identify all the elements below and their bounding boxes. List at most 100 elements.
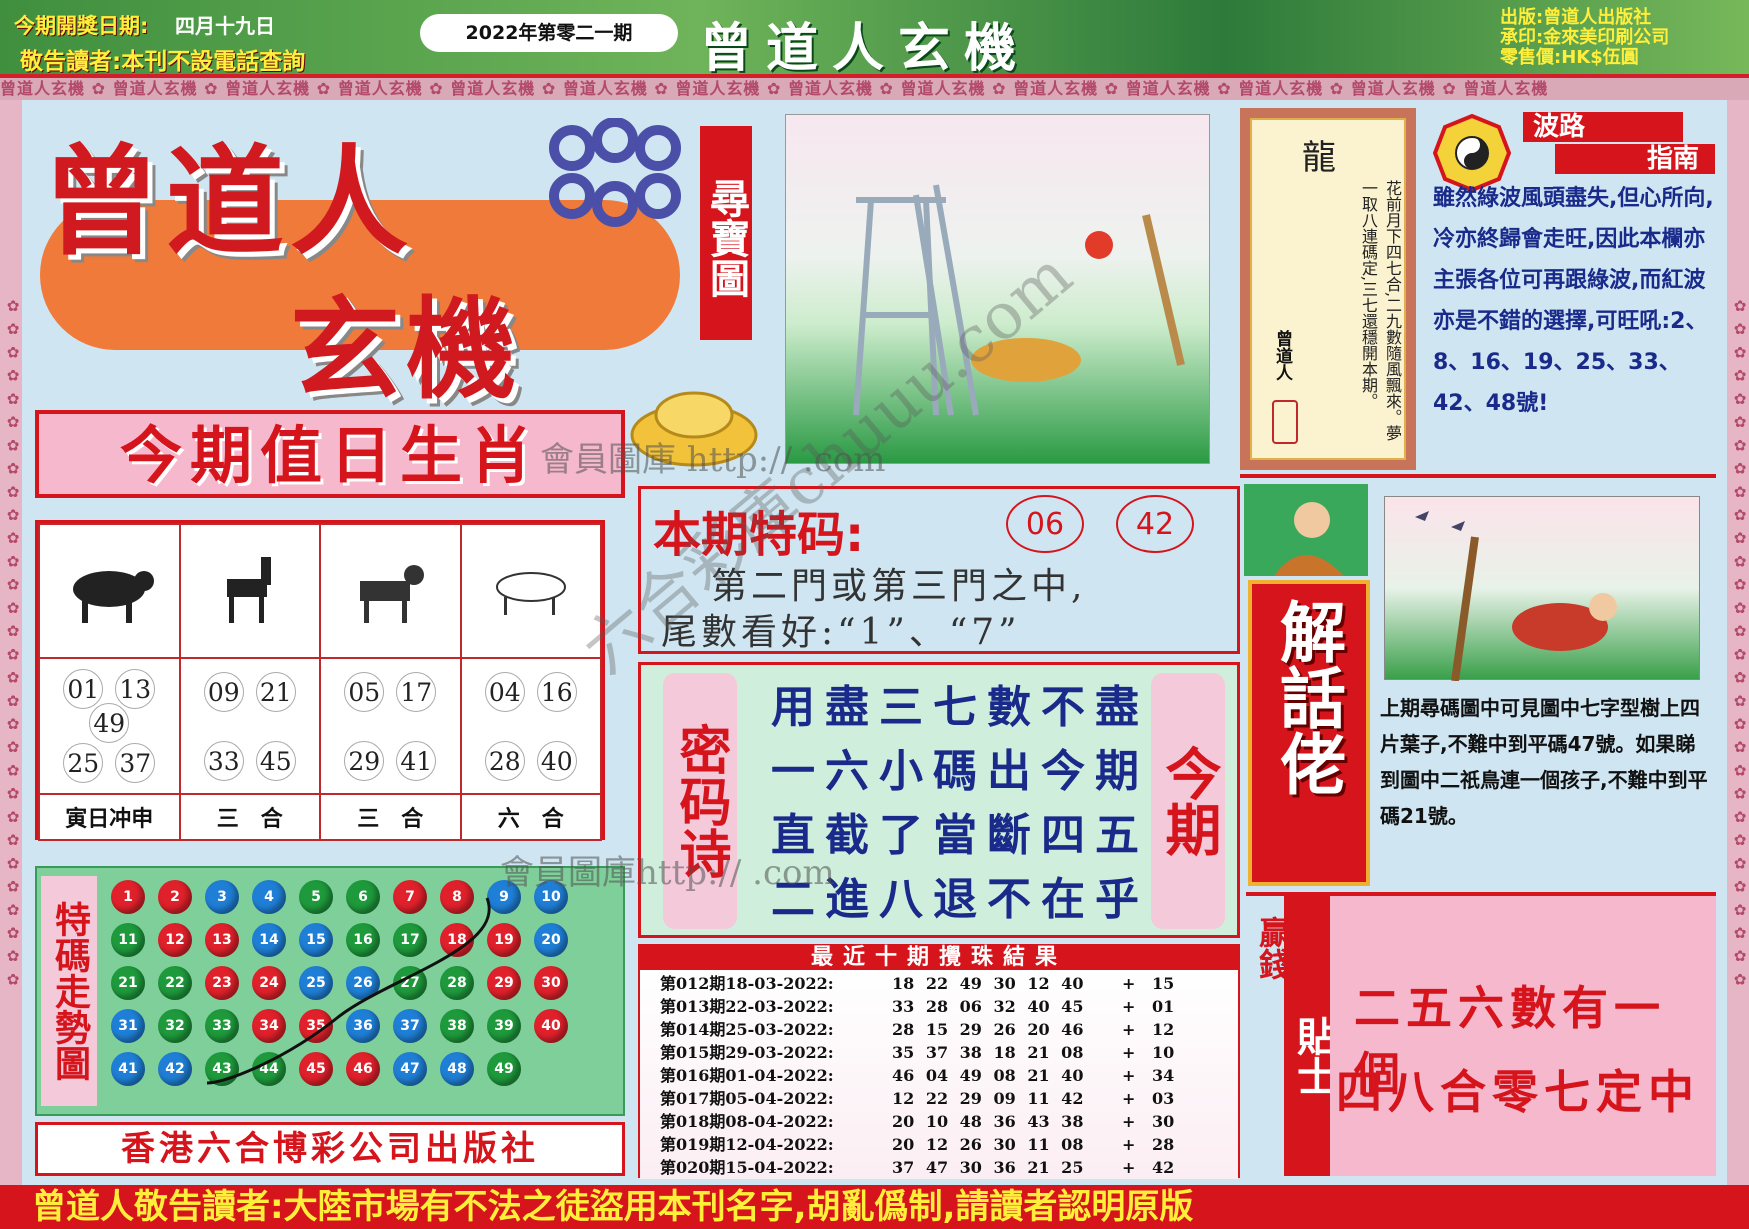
scroll-signature: 曾道人 [1272,330,1292,381]
plus-icon: + [1122,997,1136,1016]
ornament-text: 曾道人玄機 [1125,79,1211,98]
result-numbers: 33 28 06 32 40 45 [892,997,1084,1016]
result-row: 第013期22-03-2022: 33 28 06 32 40 45 +01 [660,995,1228,1018]
result-row: 第014期25-03-2022: 28 15 29 26 20 46 +12 [660,1018,1228,1041]
scroll-title: 龍 [1302,138,1336,178]
result-special: 03 [1152,1089,1175,1108]
special-number-1: 06 [1006,495,1084,553]
logo-line2: 玄機 [290,286,522,414]
result-numbers: 20 10 48 36 43 38 [892,1112,1084,1131]
zodiac-label: 寅日冲申 [38,793,181,841]
number-circle: 05 [344,671,385,712]
ornament-row: 曾道人玄機 ✿ 曾道人玄機 ✿ 曾道人玄機 ✿ 曾道人玄機 ✿ 曾道人玄機 ✿ … [0,78,1749,100]
ornament-text: 曾道人玄機 [450,79,536,98]
divider [1240,474,1716,478]
ornament-text: 曾道人玄機 [675,79,761,98]
result-date: 第016期01-04-2022: [660,1066,834,1085]
result-numbers: 18 22 49 30 12 40 [892,974,1084,993]
coins-icon [549,118,681,227]
draw-date-label: 今期開獎日期: [14,14,149,38]
poem-panel: 密码诗 今期 用盡三七數不盡 一六小碼出今期 直截了當斷四五 二進八退不在乎 [638,662,1240,938]
ornament-text: 曾道人玄機 [112,79,198,98]
result-row: 第018期08-04-2022: 20 10 48 36 43 38 +30 [660,1110,1228,1133]
number-circle: 33 [203,740,244,781]
number-circle: 49 [89,703,130,743]
number-circle: 37 [115,743,156,783]
zodiac-label: 三 合 [178,793,321,841]
zodiac-animal-cell [319,523,462,659]
result-row: 第016期01-04-2022: 46 04 49 08 21 40 +34 [660,1064,1228,1087]
zodiac-label: 三 合 [319,793,462,841]
result-row: 第017期05-04-2022: 12 22 29 09 11 42 +03 [660,1087,1228,1110]
result-numbers: 12 22 29 09 11 42 [892,1089,1084,1108]
dog-icon [360,565,425,623]
ornament-text: 曾道人玄機 [0,79,86,98]
horse-icon [226,557,271,623]
zodiac-numbers-cell: 04 16 28 40 [459,657,602,795]
result-date: 第018期08-04-2022: [660,1112,834,1131]
zodiac-numbers-cell: 05 17 29 41 [319,657,462,795]
draw-date: 四月十九日 [175,14,275,38]
tip-side: 贏錢 [1250,896,1292,1176]
issue-number: 2022年第零二一期 [420,14,678,52]
special-number-2: 42 [1116,495,1194,553]
number-circle: 21 [255,671,296,712]
poem-line: 用盡三七數不盡 [771,682,1149,733]
wave-title-top: 波路 [1523,112,1683,142]
trend-label: 特碼走勢圖 [41,876,97,1106]
ornament-text: 曾道人玄機 [1013,79,1099,98]
jiehua-picture [1384,496,1700,682]
red-sun-icon [1085,231,1113,259]
zodiac-animal-cell [178,523,321,659]
sage-illustration [1244,484,1368,576]
ornament-text: 曾道人玄機 [337,79,423,98]
result-date: 第013期22-03-2022: [660,997,834,1016]
result-numbers: 46 04 49 08 21 40 [892,1066,1084,1085]
watermark-2: 會員圖庫http:// .com [500,853,835,893]
poem-right-label: 今期 [1151,673,1225,929]
footer-publisher: 香港六合博彩公司出版社 [35,1122,625,1176]
result-special: 28 [1152,1135,1175,1154]
tiger-icon [73,571,155,623]
results-panel: 最近十期攪珠結果 第012期18-03-2022: 18 22 49 30 12 … [638,944,1240,1179]
number-circle: 28 [484,740,525,781]
result-special: 42 [1152,1158,1175,1177]
result-date: 第020期15-04-2022: [660,1158,834,1177]
tip-label-box: 貼士 [1284,896,1336,1176]
tree-kid-illustration [1415,511,1617,682]
ornament-text: 曾道人玄機 [900,79,986,98]
seal-stamp-icon [1272,400,1298,444]
wave-guide: 波路 指南 雖然綠波風頭盡失,但心所向,冷亦終歸會走旺,因此本欄亦主張各位可再跟… [1425,108,1715,478]
ornament-text: 曾道人玄機 [1463,79,1549,98]
number-circle: 45 [255,740,296,781]
plus-icon: + [1122,1135,1136,1154]
bottom-warning-banner: 曾道人敬告讀者:大陸市場有不法之徒盜用本刊名字,胡亂僞制,請讀者認明原版 [0,1185,1749,1229]
plus-icon: + [1122,1089,1136,1108]
poem-line: 一六小碼出今期 [771,746,1149,797]
number-ball: 40 [534,1009,568,1043]
treasure-map-tag: 尋寶圖 [700,126,752,340]
number-circle: 04 [484,671,525,712]
zodiac-animal-cell [38,523,181,659]
result-numbers: 20 12 26 30 11 08 [892,1135,1084,1154]
ornament-text: 曾道人玄機 [1350,79,1436,98]
number-ball: 21 [111,966,145,1000]
ornament-text: 曾道人玄機 [225,79,311,98]
jiehua-label: 解話佬 [1269,598,1346,796]
ox-icon [495,572,566,615]
number-ball: 31 [111,1009,145,1043]
top-banner: 今期開獎日期: 四月十九日 敬告讀者:本刊不設電話查詢 2022年第零二一期 曾… [0,0,1749,79]
trend-line [206,897,491,1085]
result-row: 第020期15-04-2022: 37 47 30 36 21 25 +42 [660,1156,1228,1179]
result-date: 第012期18-03-2022: [660,974,834,993]
ornament-text: 曾道人玄機 [1238,79,1324,98]
result-special: 12 [1152,1020,1175,1039]
results-title: 最近十期攪珠結果 [640,946,1238,970]
plus-icon: + [1122,974,1136,993]
number-circle: 25 [63,743,104,783]
publisher-info: 出版:曾道人出版社 承印:金來美印刷公司 零售價:HK$伍圓 [1500,8,1669,68]
plus-icon: + [1122,1066,1136,1085]
wave-title-bottom: 指南 [1555,144,1715,174]
number-circle: 17 [396,671,437,712]
zodiac-title: 今期值日生肖 [119,419,540,492]
